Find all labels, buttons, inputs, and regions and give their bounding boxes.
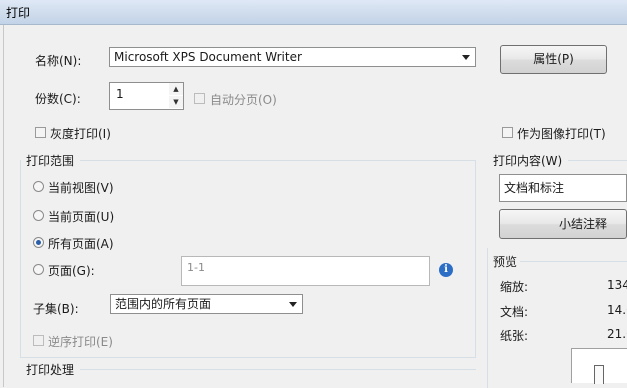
print-handling-title: 打印处理 xyxy=(26,363,75,377)
info-icon[interactable]: i xyxy=(439,263,453,277)
summarize-comments-label: 小结注释 xyxy=(558,217,607,231)
copies-stepper[interactable]: 1 ▲ ▼ xyxy=(109,82,184,110)
zoom-value: 134 xyxy=(607,278,627,292)
pages-input[interactable]: 1-1 xyxy=(181,256,430,286)
pages-input-value: 1-1 xyxy=(187,261,205,274)
summarize-comments-button[interactable]: 小结注释 xyxy=(499,209,627,239)
collate-checkbox[interactable] xyxy=(194,93,205,104)
preview-title: 预览 xyxy=(493,255,518,269)
print-as-image-checkbox[interactable] xyxy=(502,127,513,138)
paper-value: 21.0 xyxy=(607,327,627,341)
printer-name-label: 名称(N): xyxy=(35,54,82,68)
properties-button-label: 属性(P) xyxy=(533,52,574,66)
collate-label: 自动分页(O) xyxy=(210,93,277,107)
reverse-order-label: 逆序打印(E) xyxy=(48,335,113,349)
option-all-pages: 所有页面(A) xyxy=(48,237,114,251)
properties-button[interactable]: 属性(P) xyxy=(500,45,607,74)
print-content-divider xyxy=(568,160,627,161)
preview-pane xyxy=(571,348,627,384)
zoom-label: 缩放: xyxy=(500,280,529,294)
option-pages: 页面(G): xyxy=(48,264,95,278)
option-current-page: 当前页面(U) xyxy=(48,210,115,224)
radio-all-pages[interactable] xyxy=(33,237,44,248)
radio-current-page[interactable] xyxy=(33,210,44,221)
subset-label: 子集(B): xyxy=(33,302,79,316)
paper-label: 纸张: xyxy=(500,329,529,343)
document-label: 文档: xyxy=(500,305,529,319)
chevron-down-icon xyxy=(462,55,470,60)
spin-down-icon[interactable]: ▼ xyxy=(169,96,183,108)
chevron-down-icon xyxy=(289,302,297,307)
copies-value: 1 xyxy=(116,87,124,101)
print-content-select[interactable]: 文档和标注 xyxy=(499,174,627,202)
grayscale-label: 灰度打印(I) xyxy=(50,127,111,141)
copies-label: 份数(C): xyxy=(35,92,81,106)
preview-group-edge xyxy=(487,248,488,388)
print-content-title: 打印内容(W) xyxy=(493,154,563,168)
print-content-value: 文档和标注 xyxy=(504,181,565,195)
window-title: 打印 xyxy=(6,6,31,20)
print-as-image-label: 作为图像打印(T) xyxy=(517,127,606,141)
radio-current-view[interactable] xyxy=(33,181,44,192)
preview-divider xyxy=(520,261,627,262)
print-range-divider xyxy=(80,160,476,161)
title-bar: 打印 xyxy=(0,0,627,25)
subset-select[interactable]: 范围内的所有页面 xyxy=(110,294,303,314)
subset-value: 范围内的所有页面 xyxy=(115,297,212,311)
option-current-view: 当前视图(V) xyxy=(48,181,114,195)
preview-page-thumbnail xyxy=(594,365,604,384)
radio-pages[interactable] xyxy=(33,264,44,275)
print-handling-divider xyxy=(80,369,476,370)
spin-up-icon[interactable]: ▲ xyxy=(169,83,183,95)
printer-name-value: Microsoft XPS Document Writer xyxy=(114,50,302,64)
reverse-order-checkbox[interactable] xyxy=(33,335,44,346)
printer-name-select[interactable]: Microsoft XPS Document Writer xyxy=(109,47,476,67)
document-value: 14.0 xyxy=(607,303,627,317)
grayscale-checkbox[interactable] xyxy=(35,127,46,138)
